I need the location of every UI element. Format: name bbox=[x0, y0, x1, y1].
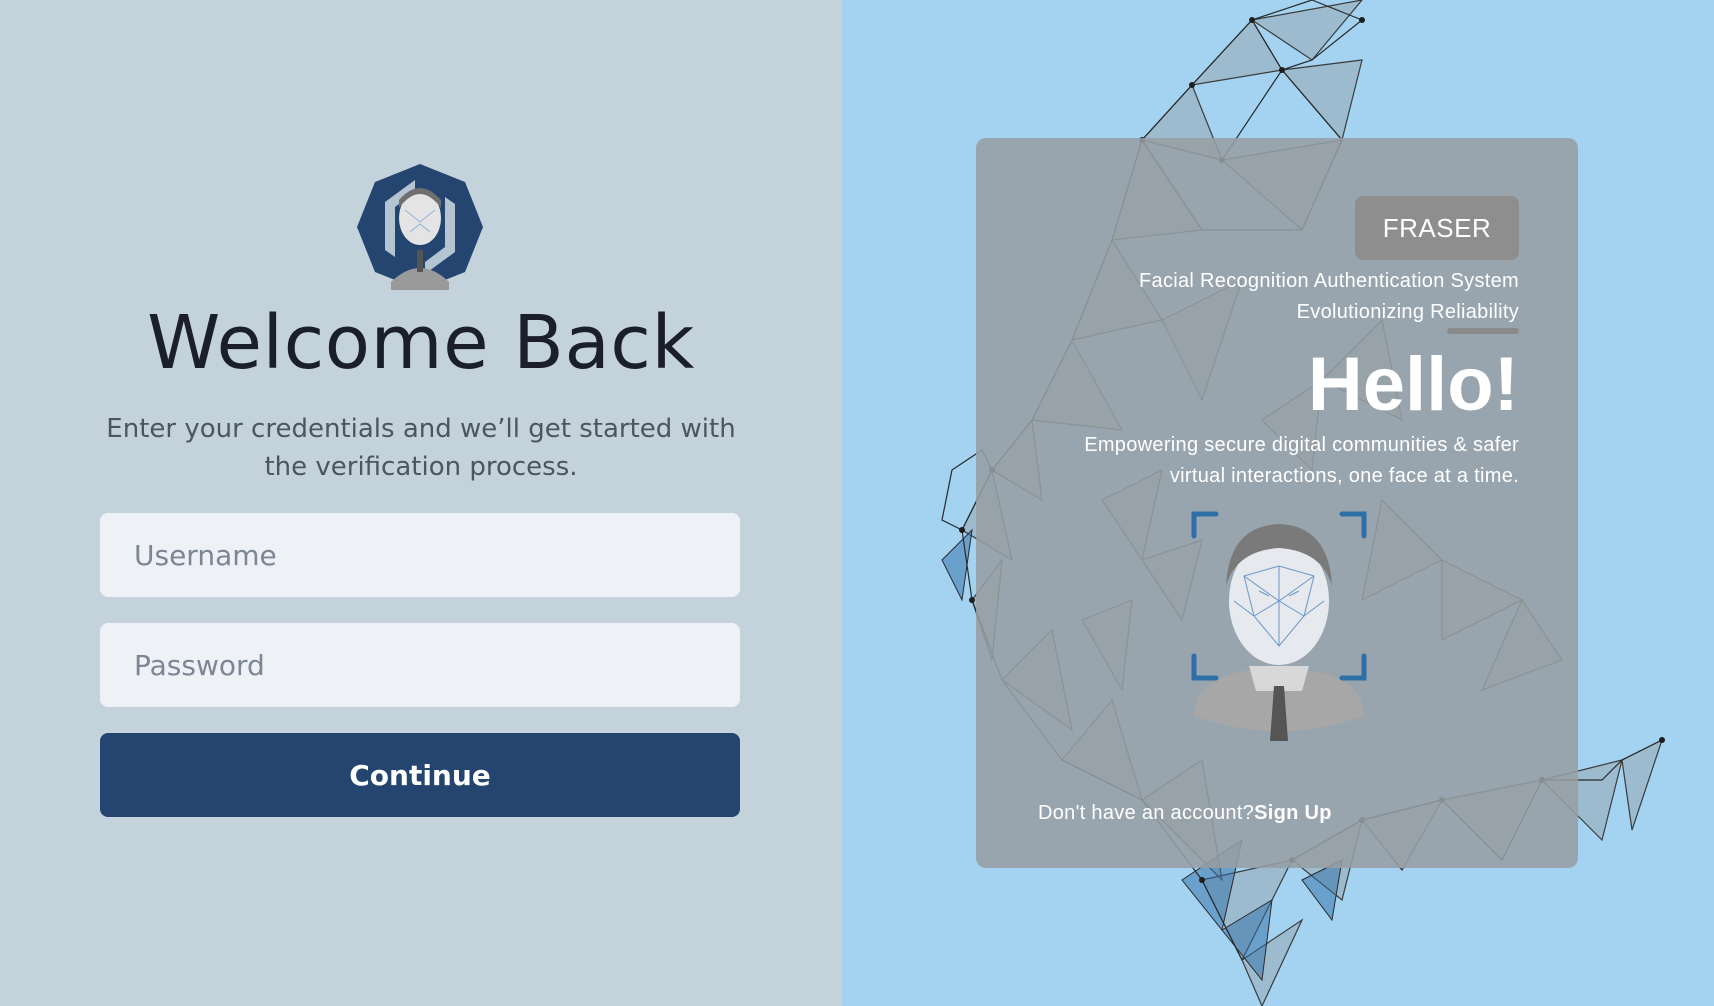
mission-blurb: Empowering secure digital communities & … bbox=[999, 430, 1519, 492]
face-scan-logo-icon bbox=[357, 164, 483, 290]
password-input[interactable] bbox=[100, 623, 740, 707]
login-panel: Welcome Back Enter your credentials and … bbox=[0, 0, 842, 1006]
page-subtitle: Enter your credentials and we’ll get sta… bbox=[106, 414, 736, 482]
signup-row: Don't have an account?Sign Up bbox=[1038, 802, 1332, 825]
info-card: FRASER Facial Recognition Authentication… bbox=[976, 138, 1578, 868]
username-input[interactable] bbox=[100, 513, 740, 597]
tagline-line-1: Facial Recognition Authentication System bbox=[1139, 270, 1519, 292]
face-scan-icon bbox=[1191, 511, 1367, 741]
brand-badge: FRASER bbox=[1355, 196, 1519, 260]
signup-link[interactable]: Sign Up bbox=[1254, 802, 1332, 824]
brand-panel: FRASER Facial Recognition Authentication… bbox=[842, 0, 1714, 1006]
brand-tagline: Facial Recognition Authentication System… bbox=[1059, 266, 1519, 328]
tagline-line-2: Evolutionizing Reliability bbox=[1296, 301, 1519, 323]
page-title: Welcome Back bbox=[147, 300, 695, 386]
signup-prompt: Don't have an account? bbox=[1038, 802, 1255, 824]
accent-divider bbox=[1447, 328, 1519, 334]
continue-button[interactable]: Continue bbox=[100, 733, 740, 817]
blurb-line-1: Empowering secure digital communities & … bbox=[1084, 434, 1519, 456]
blurb-line-2: virtual interactions, one face at a time… bbox=[1169, 465, 1519, 487]
hello-heading: Hello! bbox=[1307, 342, 1519, 427]
